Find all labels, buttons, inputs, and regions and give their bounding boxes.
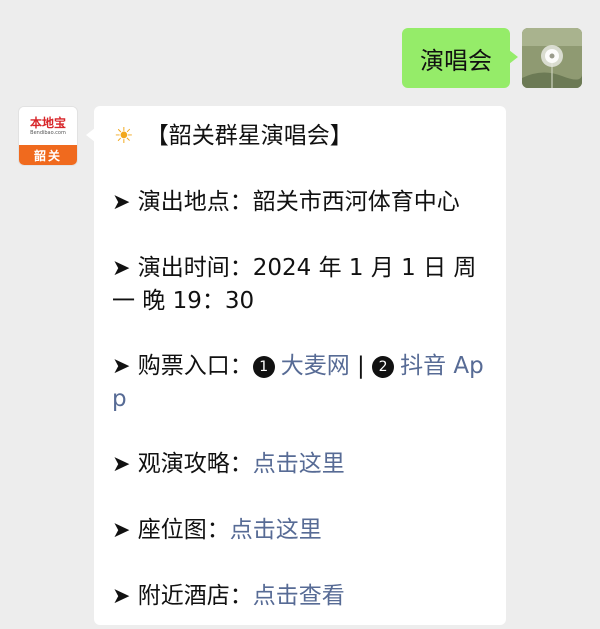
arrow-icon: ➤: [112, 354, 131, 379]
number-one-icon: 1: [252, 356, 275, 378]
venue-value: 韶关市西河体育中心: [252, 189, 460, 215]
link-separator: |: [349, 353, 373, 379]
tickets-label: 购票入口：: [137, 353, 253, 379]
seating-line: ➤ 座位图：点击这里: [112, 514, 490, 547]
guide-label: 观演攻略：: [137, 451, 253, 477]
outgoing-message-text: 演唱会: [420, 46, 492, 75]
hotels-line: ➤ 附近酒店：点击查看: [112, 580, 490, 613]
concert-title-line: ☀ 【韶关群星演唱会】: [112, 120, 490, 153]
avatar-domain-text: Bendibao.com: [30, 129, 66, 136]
arrow-icon: ➤: [112, 190, 131, 215]
incoming-message-row: 本地宝 Bendibao.com 韶关 ☀ 【韶关群星演唱会】 ➤ 演出地点：韶关…: [18, 106, 506, 625]
outgoing-message-row: 演唱会: [402, 28, 582, 88]
seating-link[interactable]: 点击这里: [230, 517, 322, 543]
bendibao-avatar[interactable]: 本地宝 Bendibao.com 韶关: [18, 106, 78, 166]
avatar-brand-area: 本地宝 Bendibao.com: [19, 107, 77, 145]
concert-title: 【韶关群星演唱会】: [145, 123, 353, 149]
avatar-city-text: 韶关: [19, 145, 77, 165]
sun-icon: ☀: [114, 124, 134, 149]
number-two-icon: 2: [372, 356, 395, 378]
outgoing-message-bubble[interactable]: 演唱会: [402, 28, 518, 88]
arrow-icon: ➤: [112, 518, 131, 543]
tickets-line: ➤ 购票入口： 1 大麦网 | 2 抖音 App: [112, 350, 490, 415]
damai-link[interactable]: 大麦网: [281, 353, 350, 379]
avatar-brand-text: 本地宝: [29, 115, 66, 130]
arrow-icon: ➤: [112, 256, 131, 281]
time-label: 演出时间：: [137, 255, 253, 281]
dandelion-photo-icon: [522, 28, 582, 88]
venue-label: 演出地点：: [137, 189, 253, 215]
hotels-label: 附近酒店：: [137, 583, 253, 609]
venue-line: ➤ 演出地点：韶关市西河体育中心: [112, 186, 490, 219]
time-line: ➤ 演出时间：2024 年 1 月 1 日 周一 晚 19：30: [112, 252, 490, 317]
guide-link[interactable]: 点击这里: [253, 451, 345, 477]
guide-line: ➤ 观演攻略：点击这里: [112, 448, 490, 481]
incoming-message-bubble[interactable]: ☀ 【韶关群星演唱会】 ➤ 演出地点：韶关市西河体育中心 ➤ 演出时间：2024 …: [86, 106, 506, 625]
arrow-icon: ➤: [112, 452, 131, 477]
user-avatar[interactable]: [522, 28, 582, 88]
seating-label: 座位图：: [137, 517, 230, 543]
arrow-icon: ➤: [112, 584, 131, 609]
hotels-link[interactable]: 点击查看: [253, 583, 345, 609]
